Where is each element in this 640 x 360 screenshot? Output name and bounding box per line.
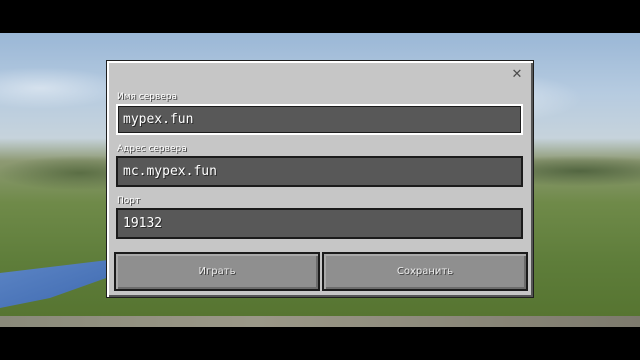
save-button[interactable]: Сохранить	[322, 252, 528, 291]
server-address-label: Адрес сервера	[117, 144, 187, 154]
play-button-label: Играть	[198, 266, 236, 277]
add-server-dialog: ✕ Имя сервера mypex.fun Адрес сервера mc…	[106, 60, 534, 298]
port-input[interactable]: 19132	[116, 208, 523, 239]
server-address-input[interactable]: mc.mypex.fun	[116, 156, 523, 187]
close-icon[interactable]: ✕	[511, 68, 523, 82]
port-label: Порт	[117, 196, 141, 206]
background-path	[0, 316, 640, 327]
server-name-input[interactable]: mypex.fun	[116, 104, 523, 135]
save-button-label: Сохранить	[396, 266, 454, 277]
play-button[interactable]: Играть	[114, 252, 320, 291]
server-name-label: Имя сервера	[117, 92, 178, 102]
